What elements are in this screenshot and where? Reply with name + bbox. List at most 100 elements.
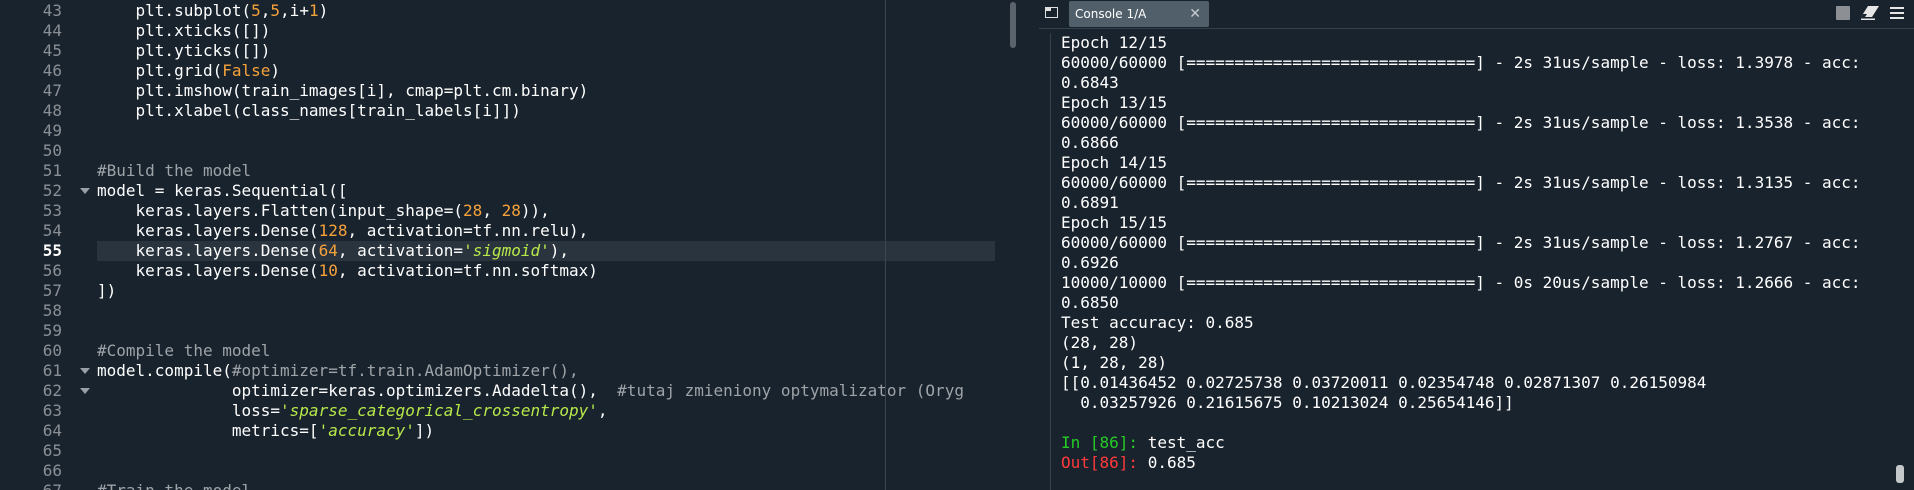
console-line: (28, 28) [1061, 333, 1138, 353]
tab-console[interactable]: Console 1/A ✕ [1069, 1, 1209, 27]
code-token: ) [270, 61, 281, 80]
console-text: 60000/60000 [===========================… [1061, 173, 1861, 192]
console-text: (1, 28, 28) [1061, 353, 1167, 372]
line-number: 53 [42, 201, 62, 220]
line-number: 66 [42, 461, 62, 480]
code-token: 5 [270, 1, 281, 20]
console-line: Epoch 14/15 [1061, 153, 1167, 173]
console-line: Epoch 13/15 [1061, 93, 1167, 113]
code-line[interactable]: loss='sparse_categorical_crossentropy', [97, 401, 608, 421]
code-token: False [222, 61, 271, 80]
line-number: 54 [42, 221, 62, 240]
code-line[interactable]: plt.imshow(train_images[i], cmap=plt.cm.… [97, 81, 589, 101]
code-line[interactable]: plt.yticks([]) [97, 41, 271, 61]
code-line[interactable]: optimizer=keras.optimizers.Adadelta(), #… [97, 381, 964, 401]
line-number: 48 [42, 101, 62, 120]
console-line: [[0.01436452 0.02725738 0.03720011 0.023… [1061, 373, 1706, 393]
code-token: , activation=tf.nn.softmax) [337, 261, 598, 280]
code-line[interactable]: model.compile(#optimizer=tf.train.AdamOp… [97, 361, 579, 381]
code-token: keras.layers.Dense( [97, 221, 319, 240]
line-number: 60 [42, 341, 62, 360]
eraser-icon[interactable] [1861, 6, 1879, 20]
code-token: keras.layers.Dense( [97, 261, 319, 280]
line-number: 50 [42, 141, 62, 160]
console-text: ]: [1118, 433, 1148, 452]
console-line: Test accuracy: 0.685 [1061, 313, 1254, 333]
options-menu-icon[interactable] [1890, 6, 1904, 20]
code-line[interactable]: keras.layers.Dense(10, activation=tf.nn.… [97, 261, 598, 281]
code-token: , [597, 401, 608, 420]
close-icon[interactable]: ✕ [1189, 1, 1201, 27]
code-token: 5 [251, 1, 261, 20]
console-text: In [ [1061, 433, 1100, 452]
line-number: 57 [42, 281, 62, 300]
code-token: ]) [414, 421, 435, 440]
line-number: 45 [42, 41, 62, 60]
code-token: ) [318, 1, 329, 20]
edge-line-marker [885, 0, 886, 490]
console-text: Epoch 14/15 [1061, 153, 1167, 172]
code-line[interactable]: plt.subplot(5,5,i+1) [97, 1, 329, 21]
code-token: keras.layers.Dense( [97, 241, 319, 260]
console-text: 60000/60000 [===========================… [1061, 113, 1861, 132]
console-text: (28, 28) [1061, 333, 1139, 352]
console-scrollbar-thumb[interactable] [1896, 465, 1904, 483]
console-line: 10000/10000 [===========================… [1061, 273, 1861, 293]
editor-scrollbar-thumb[interactable] [1010, 2, 1016, 48]
code-editor[interactable]: 43 44 45 46 47 48 49 50 51 52 53 54 55 56 57 58 59 60 61 62… [0, 0, 1003, 490]
console-line: (1, 28, 28) [1061, 353, 1167, 373]
code-token: , activation=tf.nn.relu), [347, 221, 589, 240]
fold-toggle-icon[interactable] [80, 188, 90, 194]
browse-tabs-icon[interactable] [1045, 7, 1058, 18]
console-text: 86 [1099, 433, 1119, 452]
console-line: 60000/60000 [===========================… [1061, 233, 1861, 253]
code-token: 10 [318, 261, 338, 280]
code-line[interactable]: metrics=['accuracy']) [97, 421, 434, 441]
code-line[interactable]: keras.layers.Dense(128, activation=tf.nn… [97, 221, 589, 241]
console-line: 60000/60000 [===========================… [1061, 53, 1861, 73]
code-token: plt.imshow(train_images[i], cmap=plt.cm.… [97, 81, 589, 100]
console-text: 0.6891 [1061, 193, 1119, 212]
console-text: 10000/10000 [===========================… [1061, 273, 1861, 292]
console-line: Epoch 12/15 [1061, 33, 1167, 53]
code-line[interactable]: #Compile the model [97, 341, 270, 361]
code-token: loss= [97, 401, 281, 420]
code-line[interactable]: keras.layers.Flatten(input_shape=(28, 28… [97, 201, 550, 221]
tab-console-label: Console 1/A [1075, 7, 1147, 21]
line-number: 51 [42, 161, 62, 180]
console-text: 0.03257926 0.21615675 0.10213024 0.25654… [1061, 393, 1514, 412]
code-token: plt.xlabel(class_names[train_labels[i]]) [97, 101, 521, 120]
code-token: #Train the model [97, 481, 251, 490]
fold-toggle-icon[interactable] [80, 388, 90, 394]
code-token: 28 [501, 201, 521, 220]
fold-toggle-icon[interactable] [80, 368, 90, 374]
console-text: [[0.01436452 0.02725738 0.03720011 0.023… [1061, 373, 1707, 392]
code-line[interactable]: plt.xlabel(class_names[train_labels[i]]) [97, 101, 521, 121]
code-token: ,i+ [280, 1, 309, 20]
code-line[interactable]: ]) [97, 281, 116, 301]
console-text: 86 [1099, 453, 1119, 472]
code-line[interactable]: model = keras.Sequential([ [97, 181, 347, 201]
code-token: 28 [463, 201, 483, 220]
code-line[interactable]: plt.grid(False) [97, 61, 281, 81]
code-line[interactable]: plt.xticks([]) [97, 21, 271, 41]
console-line: Epoch 15/15 [1061, 213, 1167, 233]
console-text: 60000/60000 [===========================… [1061, 53, 1861, 72]
code-line[interactable]: #Train the model [97, 481, 251, 490]
line-number: 46 [42, 61, 62, 80]
code-token: , activation= [337, 241, 464, 260]
line-number: 59 [42, 321, 62, 340]
code-line[interactable]: keras.layers.Dense(64, activation='sigmo… [97, 241, 570, 261]
console-text: ]: [1118, 453, 1148, 472]
stop-icon[interactable] [1836, 6, 1850, 20]
code-line[interactable]: #Build the model [97, 161, 251, 181]
console-line: In [86]: test_acc [1061, 433, 1225, 453]
console-line: 0.03257926 0.21615675 0.10213024 0.25654… [1061, 393, 1514, 413]
line-number: 61 [42, 361, 62, 380]
line-number-gutter: 43 44 45 46 47 48 49 50 51 52 53 54 55 56 57 58 59 60 61 62… [0, 0, 92, 490]
console-pane: Console 1/A ✕ Epoch 12/15 60000/60000 [==… [1039, 0, 1914, 490]
code-token: 'sigmoid' [463, 241, 550, 260]
console-output[interactable]: Epoch 12/15 60000/60000 [================… [1050, 33, 1887, 490]
code-token: plt.yticks([]) [97, 41, 271, 60]
code-token: #Build the model [97, 161, 252, 180]
